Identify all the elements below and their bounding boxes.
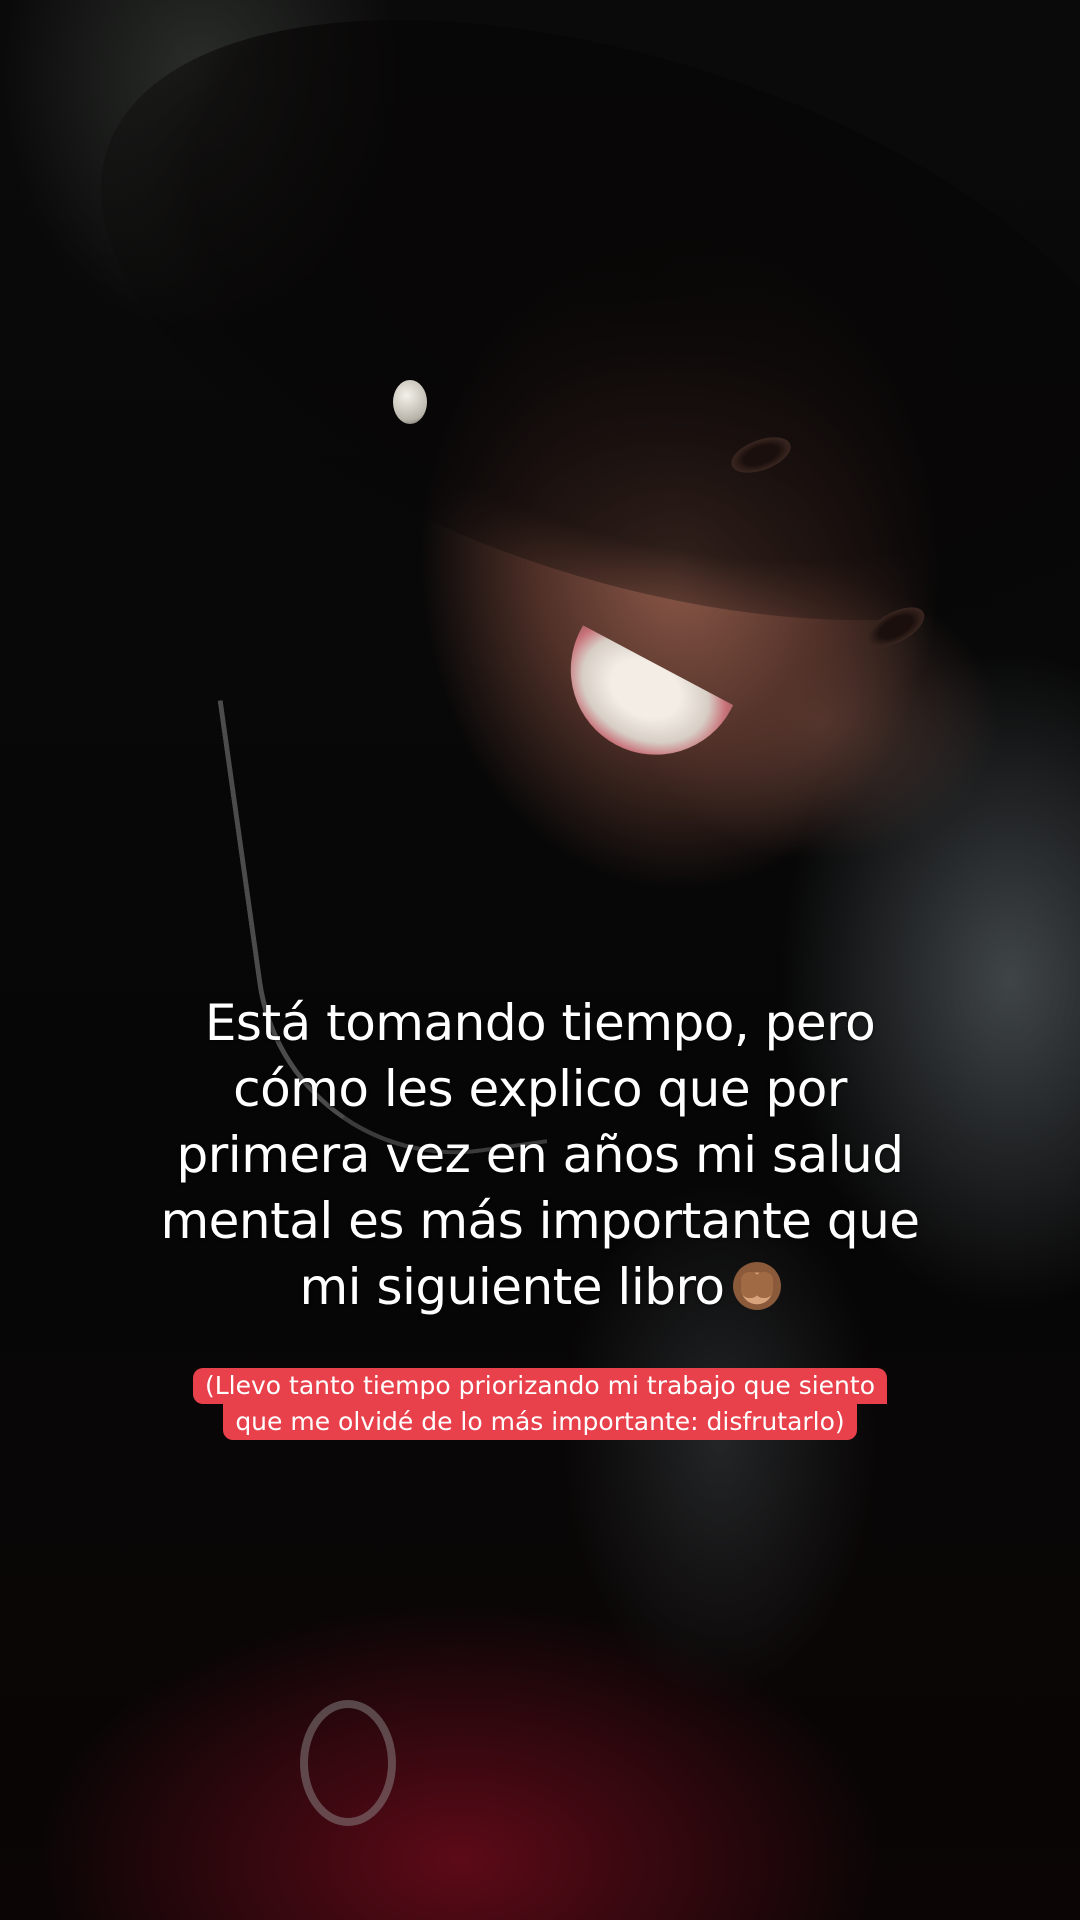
hair-shape (26, 0, 1080, 738)
caption-line: mi siguiente libro (299, 1258, 725, 1316)
subtitle-box: (Llevo tanto tiempo priorizando mi traba… (0, 1368, 1080, 1440)
caption-line: mental es más importante que (160, 1192, 920, 1250)
background-photo (0, 0, 1080, 1920)
belt-buckle (300, 1700, 396, 1826)
caption-line-last: mi siguiente libro (90, 1254, 990, 1320)
story-screen: Está tomando tiempo, pero cómo les expli… (0, 0, 1080, 1920)
subtitle-line: (Llevo tanto tiempo priorizando mi traba… (192, 1368, 888, 1404)
smile (540, 625, 734, 785)
see-no-evil-monkey-icon (732, 1262, 781, 1310)
caption-line: primera vez en años mi salud (176, 1126, 904, 1184)
caption-line: Está tomando tiempo, pero (204, 994, 876, 1052)
earring (393, 380, 427, 424)
subtitle-line: que me olvidé de lo más importante: disf… (223, 1404, 857, 1440)
caption-text: Está tomando tiempo, pero cómo les expli… (90, 990, 990, 1320)
caption-line: cómo les explico que por (233, 1060, 847, 1118)
